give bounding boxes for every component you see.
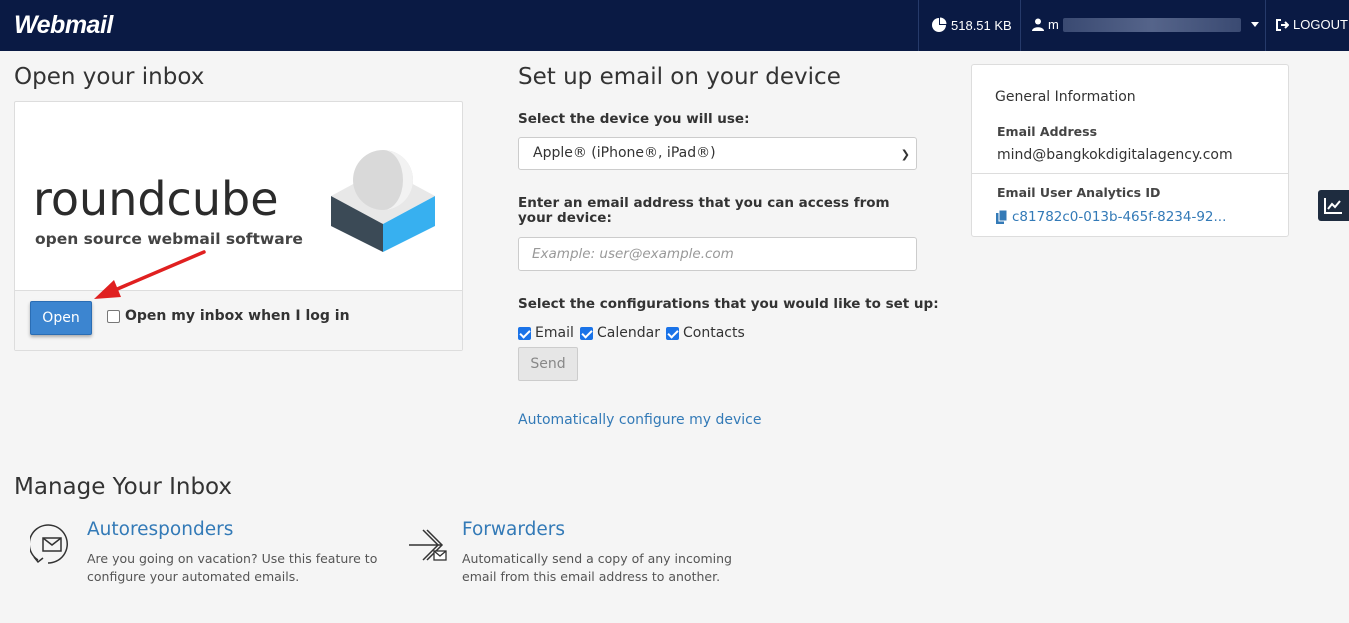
- forwarder-icon: [409, 529, 447, 561]
- contacts-option-label: Contacts: [683, 325, 745, 341]
- roundcube-panel: roundcube open source webmail software O…: [14, 101, 463, 351]
- send-button[interactable]: Send: [518, 347, 578, 381]
- user-icon: [1032, 18, 1044, 31]
- setup-heading: Set up email on your device: [518, 64, 841, 90]
- analytics-side-tab[interactable]: [1318, 190, 1349, 221]
- logout-label: LOGOUT: [1293, 17, 1348, 32]
- navbar-divider: [1265, 0, 1266, 51]
- roundcube-cube-icon: [331, 150, 435, 252]
- info-divider: [972, 173, 1288, 174]
- email-input[interactable]: Example: user@example.com: [518, 237, 917, 271]
- email-option-label: Email: [535, 325, 574, 341]
- forwarders-link[interactable]: Forwarders: [462, 519, 565, 540]
- annotation-arrow: [94, 250, 206, 299]
- forwarders-desc-line: Automatically send a copy of any incomin…: [462, 551, 732, 566]
- open-on-login-option[interactable]: Open my inbox when I log in: [107, 308, 350, 324]
- chevron-down-icon: [1250, 22, 1259, 27]
- open-inbox-footer: Open Open my inbox when I log in: [15, 290, 462, 350]
- contacts-checkbox[interactable]: [666, 326, 679, 340]
- logout-button[interactable]: LOGOUT: [1276, 17, 1348, 32]
- analytics-id-value: c81782c0-013b-465f-8234-92...: [1012, 209, 1227, 225]
- autoresponders-link[interactable]: Autoresponders: [87, 519, 233, 540]
- contacts-option[interactable]: Contacts: [666, 325, 745, 341]
- email-option[interactable]: Email: [518, 325, 574, 341]
- open-on-login-label: Open my inbox when I log in: [125, 308, 350, 324]
- email-field-label: Enter an email address that you can acce…: [518, 195, 890, 226]
- navbar-divider: [918, 0, 919, 51]
- autoresponders-description: Are you going on vacation? Use this feat…: [87, 550, 377, 586]
- navbar-divider: [1020, 0, 1021, 51]
- roundcube-wordmark: roundcube: [33, 172, 279, 226]
- calendar-checkbox[interactable]: [580, 326, 593, 340]
- open-button[interactable]: Open: [30, 301, 92, 335]
- calendar-option[interactable]: Calendar: [580, 325, 660, 341]
- calendar-option-label: Calendar: [597, 325, 660, 341]
- analytics-id-row[interactable]: c81782c0-013b-465f-8234-92...: [996, 209, 1226, 225]
- email-address-value: mind@bangkokdigitalagency.com: [997, 147, 1233, 163]
- device-select-value: Apple® (iPhone®, iPad®): [533, 145, 716, 161]
- username: m: [1048, 17, 1059, 32]
- pie-chart-icon: [932, 17, 947, 32]
- config-label: Select the configurations that you would…: [518, 296, 939, 312]
- autoresponders-desc-line: configure your automated emails.: [87, 569, 300, 584]
- copy-icon[interactable]: [996, 210, 1008, 224]
- auto-configure-link[interactable]: Automatically configure my device: [518, 412, 761, 428]
- forwarders-description: Automatically send a copy of any incomin…: [462, 550, 732, 586]
- email-checkbox[interactable]: [518, 326, 531, 340]
- general-info-panel: General Information Email Address mind@b…: [971, 64, 1289, 237]
- disk-usage-value: 518.51 KB: [951, 17, 1012, 33]
- webmail-logo[interactable]: Webmail: [14, 11, 113, 40]
- logout-icon: [1276, 18, 1289, 31]
- email-address-label: Email Address: [997, 124, 1098, 139]
- device-select[interactable]: Apple® (iPhone®, iPad®) ❯: [518, 137, 917, 170]
- top-navbar: Webmail 518.51 KB m LOGOUT: [0, 0, 1349, 51]
- roundcube-logo[interactable]: roundcube open source webmail software: [33, 146, 443, 256]
- disk-usage[interactable]: 518.51 KB: [931, 17, 1012, 33]
- username-redacted: [1062, 17, 1241, 32]
- user-menu[interactable]: m: [1032, 17, 1259, 32]
- manage-heading: Manage Your Inbox: [14, 474, 233, 500]
- open-on-login-checkbox[interactable]: [107, 309, 120, 323]
- open-inbox-heading: Open your inbox: [14, 64, 205, 90]
- analytics-id-label: Email User Analytics ID: [997, 185, 1161, 200]
- device-label: Select the device you will use:: [518, 111, 750, 127]
- autoresponder-icon: [30, 524, 68, 564]
- forwarders-desc-line: email from this email address to another…: [462, 569, 721, 584]
- general-info-heading: General Information: [995, 89, 1136, 105]
- autoresponders-desc-line: Are you going on vacation? Use this feat…: [87, 551, 378, 566]
- trend-chart-icon: [1324, 198, 1342, 214]
- email-input-placeholder: Example: user@example.com: [532, 246, 734, 262]
- chevron-down-icon: ❯: [900, 148, 910, 161]
